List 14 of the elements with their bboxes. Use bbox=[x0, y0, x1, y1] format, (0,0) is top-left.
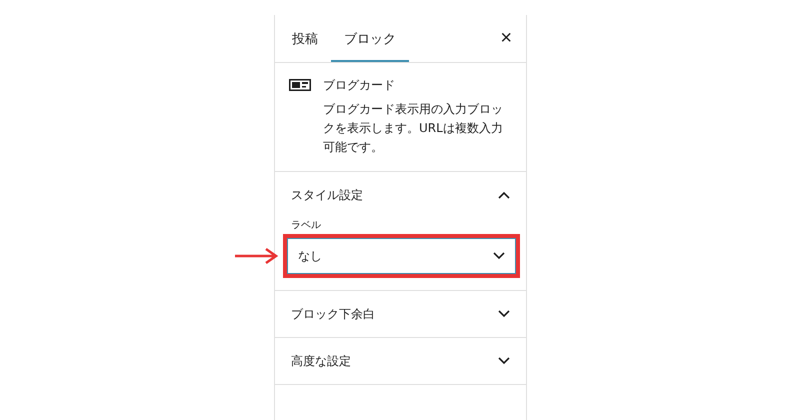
chevron-up-icon bbox=[498, 191, 510, 199]
block-title: ブログカード bbox=[323, 77, 396, 94]
tab[interactable]: ブロック bbox=[331, 15, 409, 62]
tab[interactable]: 投稿 bbox=[279, 15, 331, 62]
block-description: ブログカード表示用の入力ブロックを表示します。URLは複数入力可能です。 bbox=[323, 101, 504, 156]
chevron-down-icon bbox=[498, 310, 510, 318]
field-label: ラベル bbox=[290, 219, 322, 232]
panel-header[interactable]: 高度な設定 bbox=[275, 338, 526, 384]
close-button[interactable]: × bbox=[496, 15, 516, 62]
card-block-icon bbox=[289, 79, 311, 91]
panel-header[interactable]: スタイル設定 bbox=[275, 172, 526, 218]
chevron-down-icon bbox=[498, 357, 510, 365]
panel-header[interactable]: ブロック下余白 bbox=[275, 291, 526, 337]
chevron-down-icon bbox=[493, 252, 505, 260]
